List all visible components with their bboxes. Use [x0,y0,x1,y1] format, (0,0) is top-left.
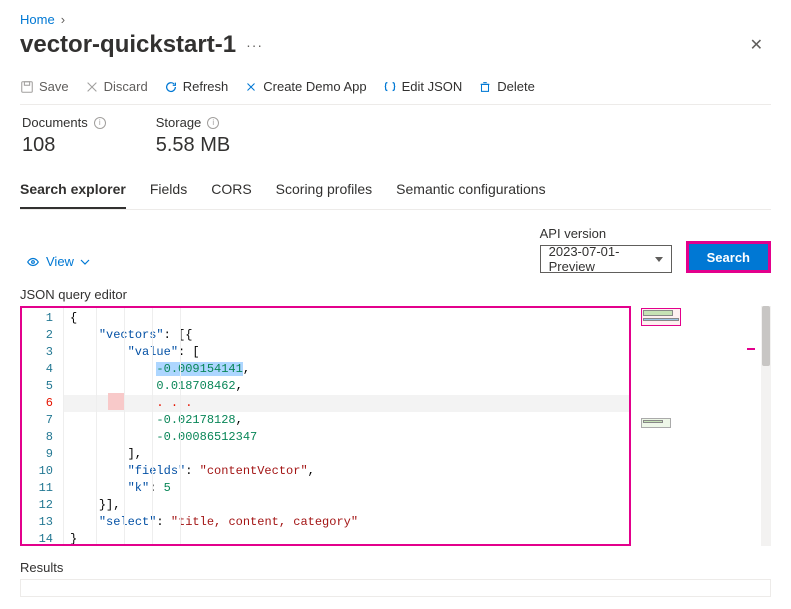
json-query-editor[interactable]: 1234567891011121314 { "vectors": [{ "val… [20,306,631,546]
code-l13v: "title, content, category" [171,515,358,529]
refresh-label: Refresh [183,79,229,94]
chevron-down-icon [80,257,90,267]
close-button[interactable]: ✕ [742,31,771,59]
tab-cors[interactable]: CORS [211,175,251,209]
documents-label: Documents [22,115,88,130]
braces-icon [383,80,397,94]
save-icon [20,80,34,94]
stats-row: Documents i 108 Storage i 5.58 MB [20,115,771,157]
delete-label: Delete [497,79,535,94]
code-l11k: "k" [128,481,150,495]
vertical-scrollbar[interactable] [761,306,771,546]
code-l11v: 5 [164,481,171,495]
code-l7: -0.02178128 [156,413,235,427]
error-marker [108,393,124,410]
documents-value: 108 [22,134,106,157]
line-gutter: 1234567891011121314 [22,308,64,544]
storage-stat: Storage i 5.58 MB [156,115,230,157]
more-actions-button[interactable]: ··· [246,37,263,53]
editor-wrap: 1234567891011121314 { "vectors": [{ "val… [20,306,771,546]
discard-icon [85,80,99,94]
discard-button[interactable]: Discard [85,79,148,94]
tab-bar: Search explorer Fields CORS Scoring prof… [20,175,771,210]
eye-icon [26,255,40,269]
code-l10k: "fields" [128,464,186,478]
edit-json-label: Edit JSON [402,79,463,94]
code-l14: } [70,532,77,546]
view-dropdown[interactable]: View [20,250,96,273]
code-l6: . . . [156,396,192,410]
code-l3r: : [ [178,345,200,359]
minimap[interactable] [637,306,755,546]
code-l4: -0.009154141 [156,362,242,376]
tab-semantic-config[interactable]: Semantic configurations [396,175,545,209]
code-l9: ], [128,447,142,461]
results-area [20,579,771,597]
tab-scoring-profiles[interactable]: Scoring profiles [276,175,373,209]
storage-value: 5.58 MB [156,134,230,157]
tab-fields[interactable]: Fields [150,175,187,209]
search-button[interactable]: Search [686,241,771,273]
trash-icon [478,80,492,94]
code-l13k: "select" [99,515,157,529]
tools-icon [244,80,258,94]
info-icon[interactable]: i [207,117,219,129]
title-row: vector-quickstart-1 ··· ✕ [20,31,771,59]
save-label: Save [39,79,69,94]
breadcrumb-home[interactable]: Home [20,12,55,27]
tab-search-explorer[interactable]: Search explorer [20,175,126,209]
refresh-button[interactable]: Refresh [164,79,229,94]
edit-json-button[interactable]: Edit JSON [383,79,463,94]
breadcrumb: Home › [20,12,771,27]
code-l8: -0.00086512347 [156,430,257,444]
api-version-value: 2023-07-01-Preview [549,244,647,274]
code-l2k: "vectors" [99,328,164,342]
code-l10v: "contentVector" [200,464,308,478]
controls-row: View API version 2023-07-01-Preview Sear… [20,226,771,273]
code-area[interactable]: { "vectors": [{ "value": [ -0.009154141,… [64,308,629,544]
api-version-group: API version 2023-07-01-Preview [540,226,672,273]
command-bar: Save Discard Refresh Create Demo App Edi… [20,79,771,105]
editor-label: JSON query editor [20,287,771,302]
results-label: Results [20,560,771,575]
save-button[interactable]: Save [20,79,69,94]
scrollbar-thumb[interactable] [762,306,770,366]
code-l1: { [70,311,77,325]
code-l5: 0.018708462 [156,379,235,393]
page-title: vector-quickstart-1 [20,31,236,59]
api-version-label: API version [540,226,672,241]
info-icon[interactable]: i [94,117,106,129]
api-version-select[interactable]: 2023-07-01-Preview [540,245,672,273]
create-demo-button[interactable]: Create Demo App [244,79,366,94]
view-label: View [46,254,74,269]
code-l2r: : [{ [164,328,193,342]
storage-label: Storage [156,115,202,130]
create-demo-label: Create Demo App [263,79,366,94]
discard-label: Discard [104,79,148,94]
documents-stat: Documents i 108 [22,115,106,157]
refresh-icon [164,80,178,94]
code-l12: }], [99,498,121,512]
delete-button[interactable]: Delete [478,79,535,94]
chevron-right-icon: › [61,12,65,27]
